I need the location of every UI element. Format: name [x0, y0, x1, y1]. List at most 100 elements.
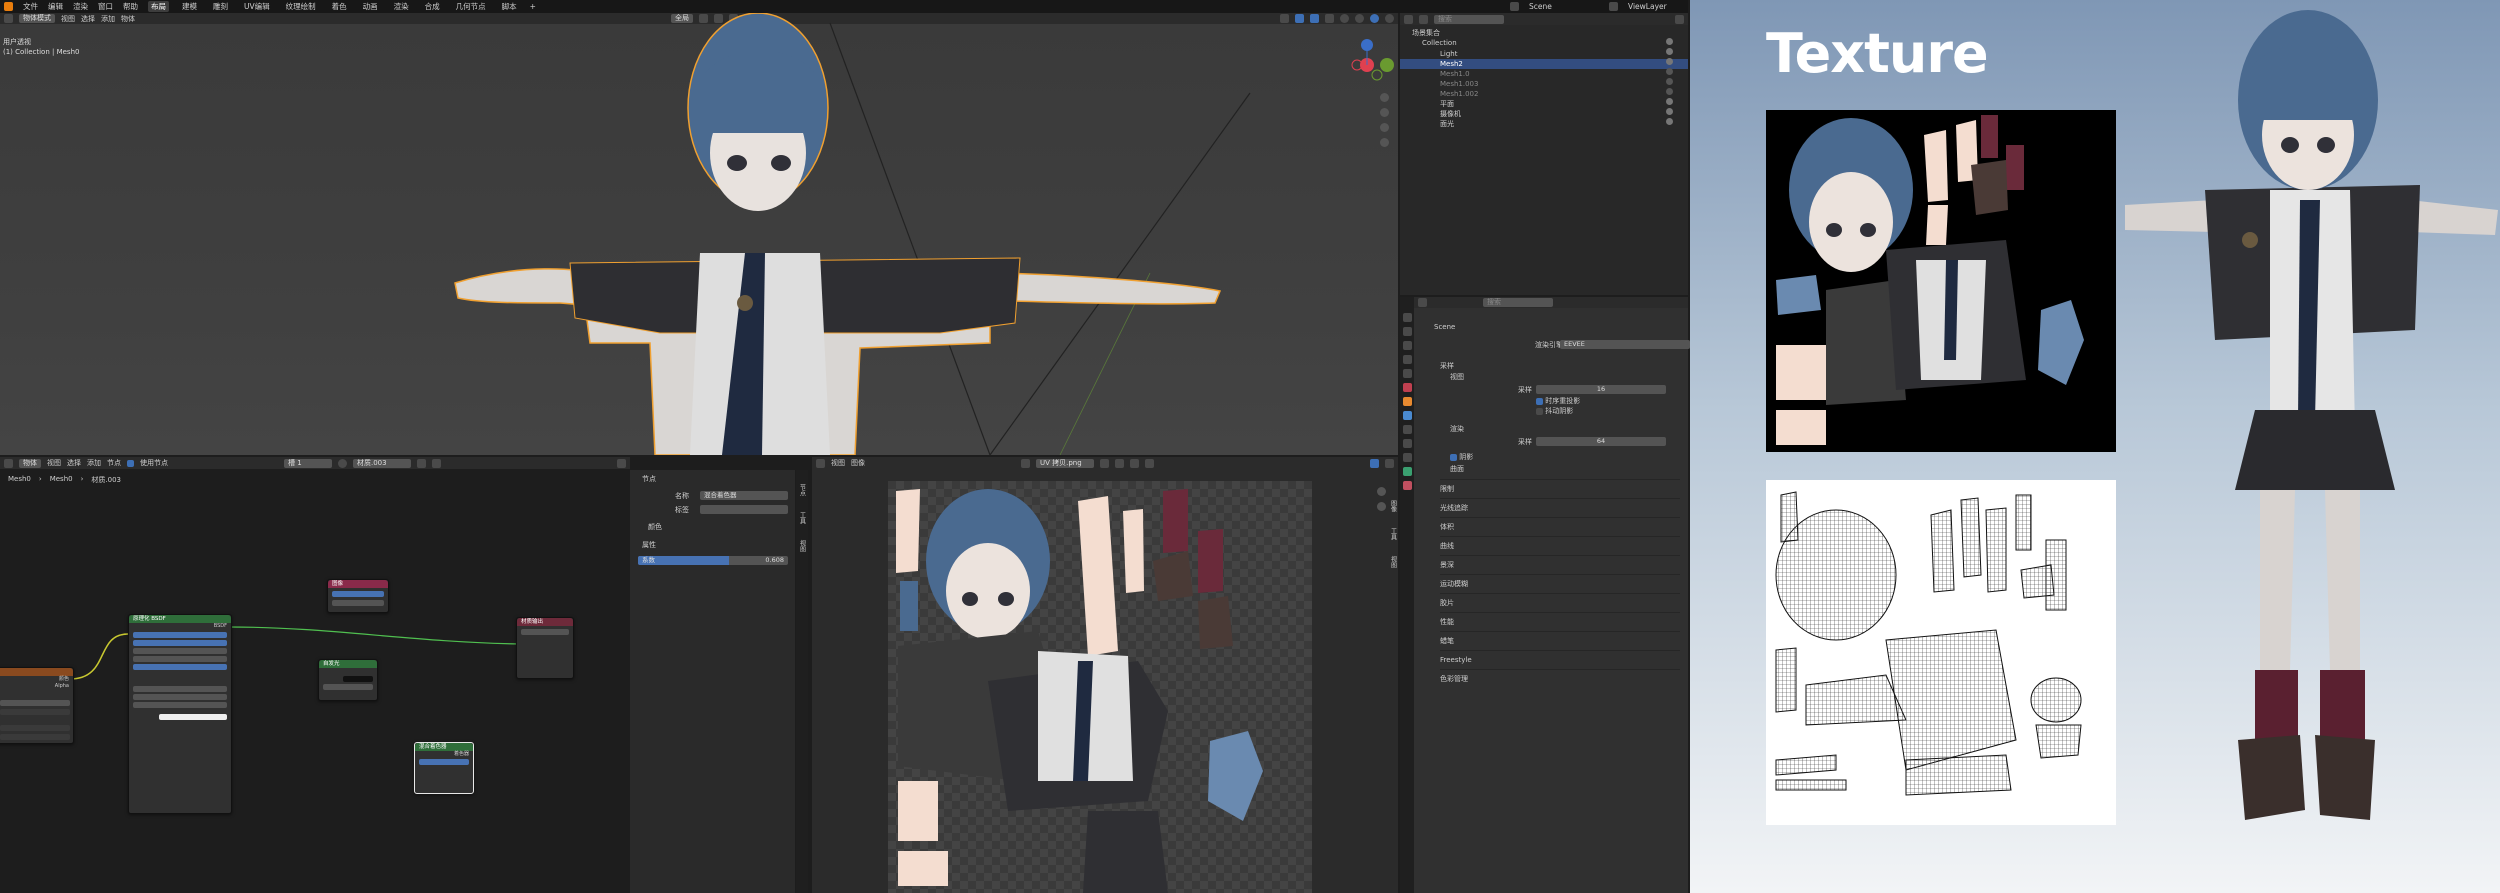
outliner-item-mesh2[interactable]: Mesh2 [1440, 59, 1463, 69]
render-engine-selector[interactable]: EEVEE [1560, 340, 1690, 349]
properties-search[interactable]: 搜索 [1483, 298, 1553, 307]
checkbox-icon[interactable] [1536, 407, 1543, 415]
node-slider[interactable] [133, 694, 227, 700]
eye-icon[interactable] [1666, 78, 1673, 85]
tab-layout[interactable]: 布局 [148, 1, 169, 12]
section-motion-blur[interactable]: 运动模糊 [1440, 574, 1680, 593]
uv-tab-image[interactable]: 图像 [1389, 500, 1398, 512]
properties-type-icon[interactable] [1418, 298, 1427, 307]
uv-menu-image[interactable]: 图像 [851, 458, 865, 468]
uv-image-editor[interactable]: 视图 图像 UV 拷贝.png [812, 457, 1398, 893]
material-output-node[interactable]: 材质输出 [516, 617, 574, 679]
shader-node-editor[interactable]: 物体 视图 选择 添加 节点 使用节点 槽 1 材质.003 Mesh0 › M… [0, 457, 630, 893]
character-model[interactable] [454, 13, 1222, 455]
node-slider[interactable] [133, 686, 227, 692]
checkbox-icon[interactable] [1450, 453, 1457, 461]
tab-shading[interactable]: 着色 [329, 1, 350, 12]
tool-tab-icon[interactable] [1402, 313, 1412, 322]
outliner-item-area-light[interactable]: 面光 [1440, 119, 1454, 129]
section-grease-pencil[interactable]: 蜡笔 [1440, 631, 1680, 650]
eye-icon[interactable] [1666, 58, 1673, 65]
section-limits[interactable]: 限制 [1440, 479, 1680, 498]
unlink-image-icon[interactable] [1130, 458, 1139, 468]
node-color-swatch[interactable] [159, 714, 227, 720]
subsection-render[interactable]: 渲染 [1450, 424, 1464, 434]
view-options-icon[interactable] [1385, 458, 1394, 468]
outliner-item-mesh1-003[interactable]: Mesh1.003 [1440, 79, 1478, 89]
outliner-item-plane[interactable]: 平面 [1440, 99, 1454, 109]
menu-edit[interactable]: 编辑 [48, 1, 63, 12]
checkbox-icon[interactable] [1536, 397, 1543, 405]
tab-geometry-nodes[interactable]: 几何节点 [453, 1, 489, 12]
mix-factor-field[interactable]: 系数 0.608 [638, 556, 788, 565]
temporal-reprojection-checkbox[interactable]: 时序重投影 [1536, 396, 1580, 406]
menu-help[interactable]: 帮助 [123, 1, 138, 12]
section-volumes[interactable]: 体积 [1440, 517, 1680, 536]
node-field[interactable] [0, 725, 70, 731]
node-checkbox[interactable] [332, 591, 384, 597]
emission-node[interactable]: 自发光 [318, 659, 378, 701]
eye-icon[interactable] [1666, 68, 1673, 75]
section-sampling[interactable]: 采样 [1440, 361, 1454, 371]
material-tab-icon[interactable] [1402, 481, 1412, 490]
outliner-type-icon[interactable] [1404, 14, 1413, 24]
eye-icon[interactable] [1666, 98, 1673, 105]
physics-tab-icon[interactable] [1402, 439, 1412, 448]
mix-shader-node[interactable]: 混合着色器 着色器 [414, 742, 474, 794]
section-surface[interactable]: 曲面 [1450, 464, 1464, 474]
pan-hand-icon[interactable] [1377, 502, 1386, 511]
scene-selector[interactable]: Scene [1529, 2, 1599, 11]
image-node[interactable]: 图像 [327, 579, 389, 613]
node-slider[interactable] [133, 640, 227, 646]
eye-icon[interactable] [1666, 118, 1673, 125]
tab-scripting[interactable]: 脚本 [499, 1, 520, 12]
node-slider[interactable] [133, 648, 227, 654]
grid-view-icon[interactable] [1380, 138, 1389, 147]
node-name-field[interactable]: 混合着色器 [700, 491, 788, 500]
node-tab-tool[interactable]: 工具 [798, 512, 807, 524]
outliner-collection[interactable]: Collection [1422, 38, 1457, 48]
node-color-swatch[interactable] [343, 676, 373, 682]
section-raytracing[interactable]: 光线追踪 [1440, 498, 1680, 517]
uv-texture-canvas[interactable] [888, 481, 1312, 893]
eye-icon[interactable] [1666, 88, 1673, 95]
pan-hand-icon[interactable] [1380, 108, 1389, 117]
render-tab-icon[interactable] [1402, 327, 1412, 336]
add-workspace-icon[interactable]: + [530, 2, 536, 11]
node-field[interactable] [332, 600, 384, 606]
node-field[interactable] [0, 700, 70, 706]
node-label-field[interactable] [700, 505, 788, 514]
data-tab-icon[interactable] [1402, 467, 1412, 476]
tab-sculpting[interactable]: 雕刻 [210, 1, 231, 12]
jitter-shadows-checkbox[interactable]: 抖动阴影 [1536, 406, 1573, 416]
menu-window[interactable]: 窗口 [98, 1, 113, 12]
tab-rendering[interactable]: 渲染 [391, 1, 412, 12]
node-color-section[interactable]: 颜色 [648, 522, 662, 532]
outliner-root[interactable]: 场景集合 [1412, 28, 1440, 38]
zoom-icon[interactable] [1380, 93, 1389, 102]
eye-icon[interactable] [1666, 108, 1673, 115]
output-tab-icon[interactable] [1402, 341, 1412, 350]
node-field[interactable] [0, 709, 70, 715]
section-performance[interactable]: 性能 [1440, 612, 1680, 631]
tab-uv-editing[interactable]: UV编辑 [241, 1, 273, 12]
outliner-display-icon[interactable] [1419, 14, 1428, 24]
section-color-management[interactable]: 色彩管理 [1440, 669, 1680, 688]
scene-tab-icon[interactable] [1402, 369, 1412, 378]
node-slider[interactable] [133, 702, 227, 708]
object-tab-icon[interactable] [1402, 397, 1412, 406]
open-image-icon[interactable] [1115, 458, 1124, 468]
section-freestyle[interactable]: Freestyle [1440, 650, 1680, 669]
uv-menu-view[interactable]: 视图 [831, 458, 845, 468]
eye-icon[interactable] [1666, 38, 1673, 45]
node-field[interactable] [0, 734, 70, 740]
menu-file[interactable]: 文件 [23, 1, 38, 12]
section-depth-of-field[interactable]: 景深 [1440, 555, 1680, 574]
principled-bsdf-node[interactable]: 原理化 BSDF BSDF [128, 614, 232, 814]
subsection-viewport[interactable]: 视图 [1450, 372, 1464, 382]
tab-texture-paint[interactable]: 纹理绘制 [283, 1, 319, 12]
tab-animation[interactable]: 动画 [360, 1, 381, 12]
blender-logo-icon[interactable] [4, 2, 13, 11]
menu-render[interactable]: 渲染 [73, 1, 88, 12]
node-tab-view[interactable]: 视图 [798, 540, 807, 552]
